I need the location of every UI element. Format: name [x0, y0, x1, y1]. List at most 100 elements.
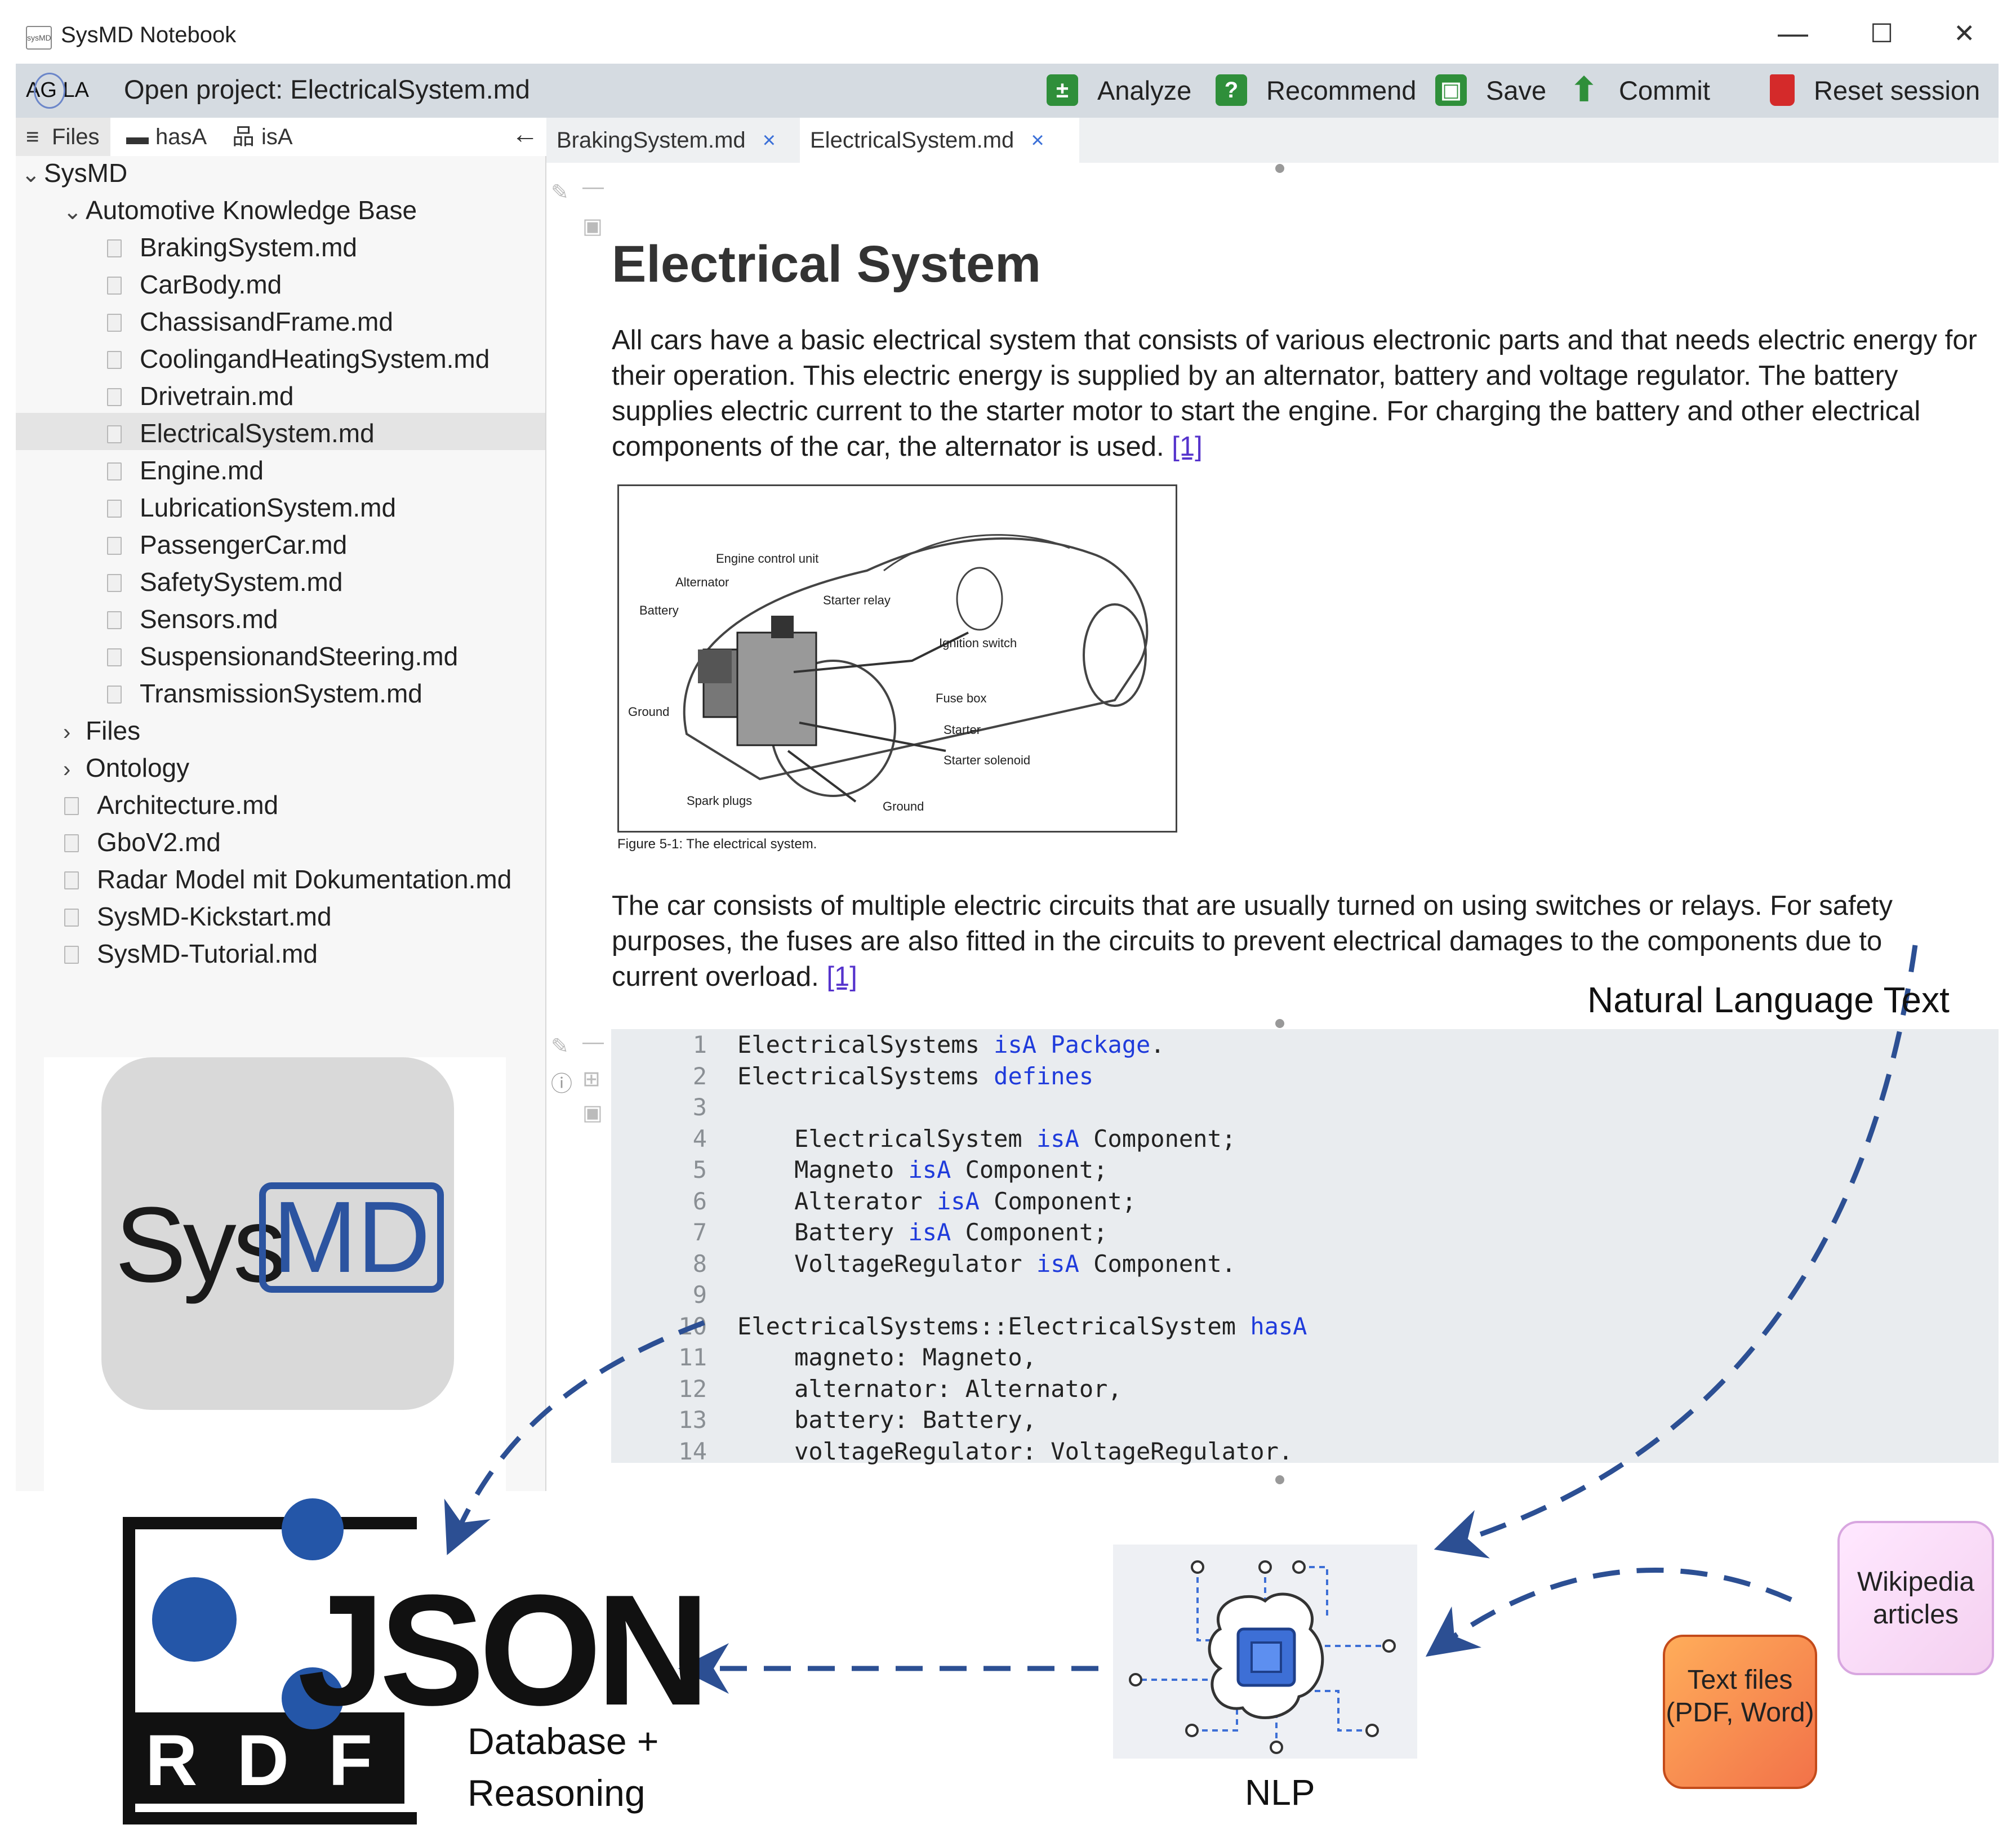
tree-file[interactable]: TransmissionSystem.md — [107, 677, 422, 710]
commit-label: Commit — [1619, 75, 1710, 105]
recommend-label: Recommend — [1266, 75, 1417, 105]
reset-session-label: Reset session — [1814, 75, 1981, 105]
code-keyword: hasA — [1250, 1312, 1307, 1340]
code-line[interactable]: 1 ElectricalSystems isA Package. — [611, 1029, 1999, 1060]
save-button[interactable]: ▣ Save — [1435, 70, 1546, 110]
tree-file[interactable]: Architecture.md — [64, 788, 278, 822]
tab-isa[interactable]: 品 isA — [232, 118, 311, 156]
info-icon[interactable]: ⓘ — [551, 1066, 572, 1097]
tree-root-sysmd[interactable]: ⌄ SysMD — [21, 156, 127, 192]
code-token: magneto: Magneto, — [737, 1343, 1037, 1371]
code-line[interactable]: 14 voltageRegulator: VoltageRegulator. — [611, 1436, 1999, 1467]
tree-file-selected[interactable]: ElectricalSystem.md — [107, 416, 375, 450]
code-line[interactable]: 13 battery: Battery, — [611, 1404, 1999, 1435]
tab-files[interactable]: ≡ Files — [16, 118, 110, 156]
tree-folder-kb[interactable]: ⌄ Automotive Knowledge Base — [63, 193, 417, 229]
code-token: Component; — [1079, 1124, 1236, 1152]
tab-hasa-label: hasA — [155, 124, 207, 149]
maximize-button[interactable]: ☐ — [1870, 18, 1893, 48]
code-line[interactable]: 6 Alterator isA Component; — [611, 1186, 1999, 1217]
tree-file[interactable]: CarBody.md — [107, 268, 282, 301]
line-number: 12 — [678, 1374, 707, 1403]
minimize-button[interactable]: — — [1778, 16, 1808, 51]
window-titlebar: sysMD SysMD Notebook — ☐ ✕ — [16, 10, 1999, 64]
line-number: 11 — [678, 1343, 707, 1371]
commit-button[interactable]: ⬆ Commit — [1568, 70, 1710, 110]
tree-file[interactable]: PassengerCar.md — [107, 528, 347, 562]
tree-file[interactable]: SysMD-Kickstart.md — [64, 900, 332, 933]
code-line[interactable]: 9 — [611, 1279, 1999, 1310]
sysmd-logo: Sys MD — [44, 1057, 506, 1564]
code-token: VoltageRegulator — [737, 1249, 1037, 1278]
tree-file[interactable]: GboV2.md — [64, 825, 221, 859]
close-tab-icon[interactable]: × — [763, 128, 776, 153]
code-line[interactable]: 2 ElectricalSystems defines — [611, 1061, 1999, 1092]
sysmd-logo-tile: Sys MD — [101, 1057, 454, 1410]
cell-separator-dot — [1275, 1019, 1284, 1028]
tree-file-label: Sensors.md — [140, 604, 278, 634]
list-icon: ≡ — [26, 124, 39, 149]
reset-session-button[interactable]: Reset session — [1770, 70, 1980, 110]
tab-files-label: Files — [52, 124, 100, 149]
tab-electricalsystem[interactable]: ElectricalSystem.md × — [800, 118, 1079, 163]
code-line[interactable]: 8 VoltageRegulator isA Component. — [611, 1248, 1999, 1279]
delete-icon[interactable]: ▣ — [582, 1100, 603, 1125]
tree-file[interactable]: ChassisandFrame.md — [107, 305, 393, 339]
close-tab-icon[interactable]: × — [1031, 128, 1044, 153]
text-files-label: Text files (PDF, Word) — [1666, 1665, 1814, 1728]
code-line[interactable]: 4 ElectricalSystem isA Component; — [611, 1123, 1999, 1154]
code-token: Component. — [1079, 1249, 1236, 1278]
side-panel-tabs: ≡ Files ▬ hasA 品 isA ← — [16, 118, 545, 156]
tree-root-label: SysMD — [44, 158, 128, 188]
recommend-button[interactable]: ? Recommend — [1216, 70, 1416, 110]
open-project-label: Open project: ElectricalSystem.md — [124, 74, 530, 104]
keyboard-icon: ▬ — [126, 124, 149, 149]
table-icon[interactable]: ⊞ — [582, 1066, 600, 1092]
code-line[interactable]: 10 ElectricalSystems::ElectricalSystem ha… — [611, 1311, 1999, 1342]
code-line[interactable]: 12 alternator: Alternator, — [611, 1373, 1999, 1404]
tab-hasa[interactable]: ▬ hasA — [126, 118, 222, 156]
file-icon — [107, 314, 122, 332]
tree-file[interactable]: CoolingandHeatingSystem.md — [107, 342, 489, 376]
edit-icon[interactable]: ✎ — [551, 180, 569, 205]
analyze-button[interactable]: ± Analyze — [1047, 70, 1191, 110]
collapse-icon[interactable]: — — [582, 1030, 604, 1054]
delete-icon[interactable]: ▣ — [582, 213, 603, 239]
tree-file[interactable]: SysMD-Tutorial.md — [64, 937, 318, 971]
tree-folder-label: Files — [86, 716, 141, 745]
wikipedia-label: Wikipedia articles — [1857, 1567, 1975, 1630]
figure-label: Starter relay — [823, 593, 891, 607]
code-line[interactable]: 11 magneto: Magneto, — [611, 1342, 1999, 1373]
citation-link[interactable]: [1] — [1172, 431, 1202, 462]
tree-file[interactable]: BrakingSystem.md — [107, 230, 357, 264]
paragraph-1: All cars have a basic electrical system … — [612, 323, 1997, 465]
code-token: Component; — [951, 1218, 1108, 1246]
tree-folder-files[interactable]: › Files — [63, 714, 140, 749]
tab-brakingsystem[interactable]: BrakingSystem.md × — [546, 118, 815, 163]
citation-link[interactable]: [1] — [826, 962, 857, 992]
tree-file[interactable]: Engine.md — [107, 453, 264, 487]
code-line[interactable]: 7 Battery isA Component; — [611, 1217, 1999, 1248]
tab-label: BrakingSystem.md — [557, 127, 746, 153]
code-keyword: isA Package — [994, 1031, 1151, 1058]
tree-file[interactable]: SuspensionandSteering.md — [107, 639, 458, 673]
chevron-right-icon: › — [63, 757, 71, 782]
tree-file[interactable]: LubricationSystem.md — [107, 491, 396, 524]
tree-file[interactable]: SafetySystem.md — [107, 565, 342, 599]
tree-file[interactable]: Drivetrain.md — [107, 379, 294, 413]
code-line[interactable]: 5 Magneto isA Component; — [611, 1154, 1999, 1185]
collapse-arrow-icon[interactable]: ← — [511, 120, 539, 149]
tree-file[interactable]: Sensors.md — [107, 602, 278, 636]
edit-icon[interactable]: ✎ — [551, 1034, 569, 1059]
collapse-icon[interactable]: — — [582, 175, 604, 199]
cell-separator-dot — [1275, 1475, 1284, 1484]
code-line[interactable]: 3 — [611, 1092, 1999, 1123]
code-cell[interactable]: 1 ElectricalSystems isA Package. 2 Electric… — [611, 1029, 1999, 1465]
tree-folder-ontology[interactable]: › Ontology — [63, 751, 189, 786]
cell-separator-dot — [1275, 164, 1284, 173]
tree-file[interactable]: Radar Model mit Dokumentation.md — [64, 862, 511, 896]
tree-file-label: BrakingSystem.md — [140, 233, 358, 262]
chevron-down-icon: ⌄ — [63, 199, 82, 224]
close-button[interactable]: ✕ — [1953, 18, 1975, 48]
figure-caption: Figure 5-1: The electrical system. — [617, 836, 817, 852]
